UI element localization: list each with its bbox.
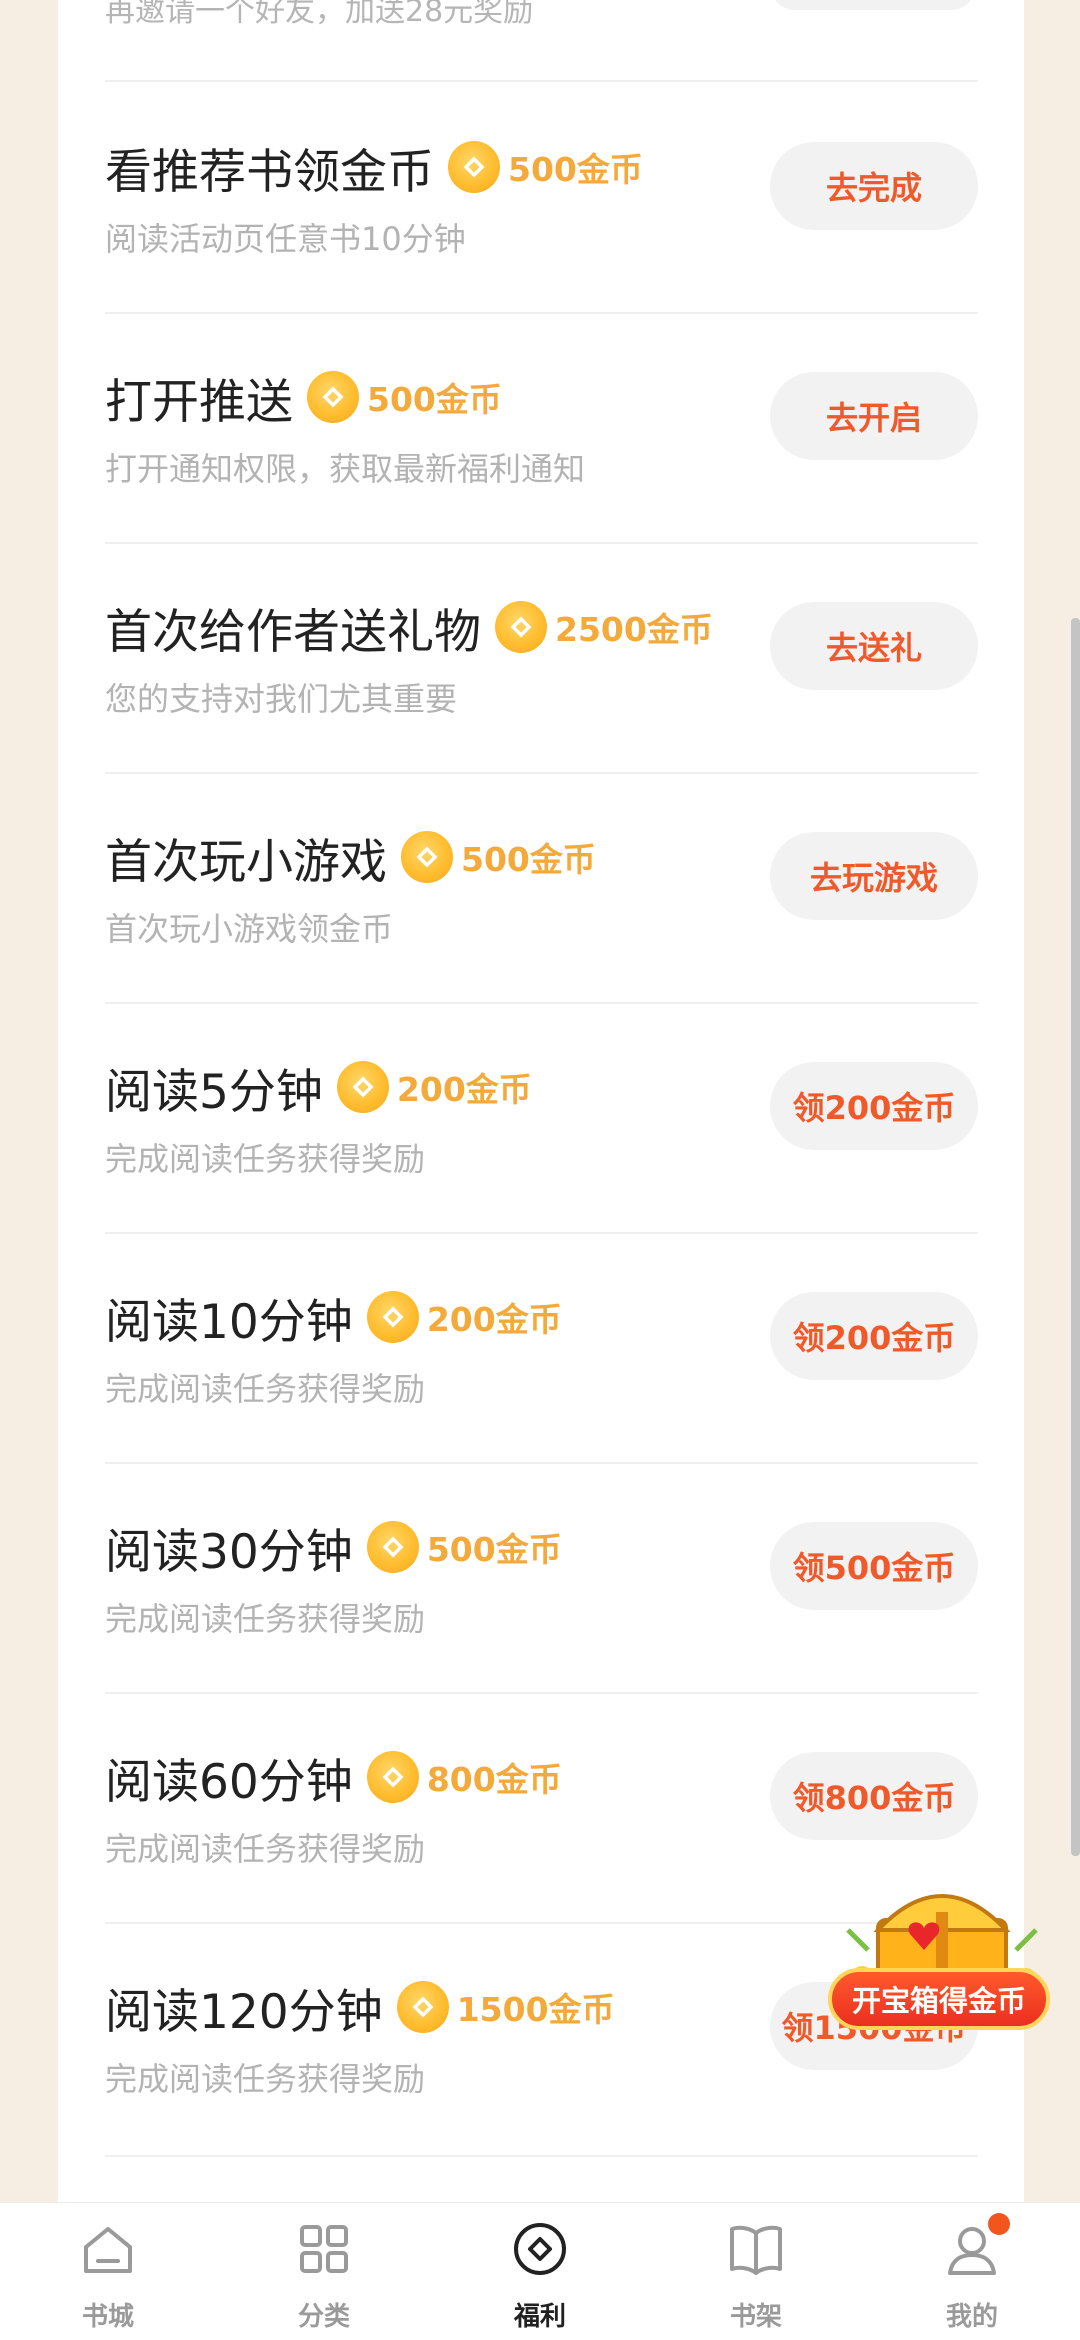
task-desc: 完成阅读任务获得奖励 bbox=[105, 1600, 426, 1638]
grid-icon bbox=[300, 2225, 348, 2273]
task-action-button[interactable]: 领200金币 bbox=[770, 1292, 978, 1380]
task-desc: 完成阅读任务获得奖励 bbox=[105, 1830, 426, 1868]
task-title: 阅读5分钟 bbox=[105, 1064, 323, 1120]
task-reward: 800金币 bbox=[426, 1760, 562, 1799]
task-title: 阅读60分钟 bbox=[105, 1754, 353, 1810]
tab-category[interactable]: 分类 bbox=[216, 2203, 432, 2340]
divider bbox=[105, 80, 978, 82]
welfare-page: 再邀请一个好友，加送28元奖励 看推荐书领金币 500金币 阅读活动页任意书10… bbox=[0, 0, 1080, 2340]
notification-badge bbox=[988, 2213, 1010, 2235]
task-action-button[interactable]: 去送礼 bbox=[770, 602, 978, 690]
task-desc: 阅读活动页任意书10分钟 bbox=[105, 220, 466, 258]
task-action-button[interactable]: 领200金币 bbox=[770, 1062, 978, 1150]
divider bbox=[105, 1232, 978, 1234]
task-item-read-10min: 阅读10分钟 200金币 完成阅读任务获得奖励 领200金币 bbox=[105, 1282, 978, 1512]
coin-icon bbox=[307, 371, 359, 423]
divider bbox=[105, 1462, 978, 1464]
divider bbox=[105, 1002, 978, 1004]
task-item-recommend-book: 看推荐书领金币 500金币 阅读活动页任意书10分钟 去完成 bbox=[105, 132, 978, 362]
task-desc-partial: 再邀请一个好友，加送28元奖励 bbox=[105, 0, 534, 29]
task-action-button[interactable]: 去完成 bbox=[770, 142, 978, 230]
task-title: 看推荐书领金币 bbox=[105, 144, 434, 200]
task-reward: 500金币 bbox=[508, 150, 643, 189]
tab-welfare[interactable]: 福利 bbox=[432, 2203, 648, 2340]
tab-bookstore[interactable]: 书城 bbox=[0, 2203, 216, 2340]
coin-icon bbox=[448, 141, 500, 193]
treasure-chest-button[interactable]: 开宝箱得金币 bbox=[828, 1880, 1056, 2080]
tab-label: 书城 bbox=[81, 2302, 134, 2332]
task-desc: 您的支持对我们尤其重要 bbox=[105, 680, 458, 718]
task-reward: 2500金币 bbox=[555, 610, 713, 649]
task-desc: 打开通知权限，获取最新福利通知 bbox=[105, 450, 586, 488]
coin-icon bbox=[366, 1751, 419, 1803]
divider bbox=[105, 1692, 978, 1694]
task-item-mini-game: 首次玩小游戏 500金币 首次玩小游戏领金币 去玩游戏 bbox=[105, 822, 978, 1052]
task-button-partial[interactable] bbox=[770, 0, 976, 10]
tab-label: 福利 bbox=[513, 2302, 566, 2332]
coin-icon bbox=[396, 1981, 449, 2033]
task-reward: 500金币 bbox=[367, 380, 502, 419]
tab-label: 分类 bbox=[297, 2302, 350, 2332]
task-desc: 完成阅读任务获得奖励 bbox=[105, 2060, 426, 2098]
coin-icon bbox=[495, 601, 547, 653]
task-reward: 500金币 bbox=[426, 1530, 562, 1569]
tab-mine[interactable]: 我的 bbox=[864, 2203, 1080, 2340]
tab-bookshelf[interactable]: 书架 bbox=[648, 2203, 864, 2340]
task-desc: 首次玩小游戏领金币 bbox=[105, 910, 394, 948]
coin-icon bbox=[366, 1291, 419, 1343]
task-title: 阅读10分钟 bbox=[105, 1294, 353, 1350]
tab-label: 我的 bbox=[945, 2302, 998, 2332]
divider bbox=[105, 312, 978, 314]
task-desc: 完成阅读任务获得奖励 bbox=[105, 1370, 426, 1408]
task-reward: 200金币 bbox=[426, 1300, 562, 1339]
task-item-read-30min: 阅读30分钟 500金币 完成阅读任务获得奖励 领500金币 bbox=[105, 1512, 978, 1742]
divider bbox=[105, 772, 978, 774]
home-icon bbox=[84, 2227, 132, 2273]
divider bbox=[105, 2155, 978, 2157]
tab-label: 书架 bbox=[729, 2302, 782, 2332]
task-title: 首次玩小游戏 bbox=[105, 834, 387, 890]
coin-icon bbox=[401, 831, 453, 883]
coin-icon bbox=[366, 1521, 419, 1573]
task-item-enable-push: 打开推送 500金币 打开通知权限，获取最新福利通知 去开启 bbox=[105, 362, 978, 592]
task-desc: 完成阅读任务获得奖励 bbox=[105, 1140, 426, 1178]
coin-icon bbox=[336, 1061, 389, 1113]
divider bbox=[105, 542, 978, 544]
scrollbar[interactable] bbox=[1071, 618, 1080, 1856]
task-title: 阅读30分钟 bbox=[105, 1524, 353, 1580]
task-item-send-gift: 首次给作者送礼物 2500金币 您的支持对我们尤其重要 去送礼 bbox=[105, 592, 978, 822]
book-icon bbox=[730, 2225, 782, 2275]
task-title: 首次给作者送礼物 bbox=[105, 604, 481, 660]
task-title: 打开推送 bbox=[105, 374, 293, 430]
task-action-button[interactable]: 去玩游戏 bbox=[770, 832, 978, 920]
task-action-button[interactable]: 领800金币 bbox=[770, 1752, 978, 1840]
task-reward: 500金币 bbox=[461, 840, 596, 879]
treasure-label: 开宝箱得金币 bbox=[828, 1968, 1050, 2030]
coin-nav-icon bbox=[514, 2223, 566, 2275]
task-reward: 200金币 bbox=[396, 1070, 532, 1109]
task-title: 阅读120分钟 bbox=[105, 1984, 383, 2040]
bottom-tab-bar: 书城 分类 福利 书架 我的 bbox=[0, 2202, 1080, 2340]
task-item-read-5min: 阅读5分钟 200金币 完成阅读任务获得奖励 领200金币 bbox=[105, 1052, 978, 1282]
task-reward: 1500金币 bbox=[456, 1990, 615, 2029]
task-action-button[interactable]: 去开启 bbox=[770, 372, 978, 460]
task-action-button[interactable]: 领500金币 bbox=[770, 1522, 978, 1610]
